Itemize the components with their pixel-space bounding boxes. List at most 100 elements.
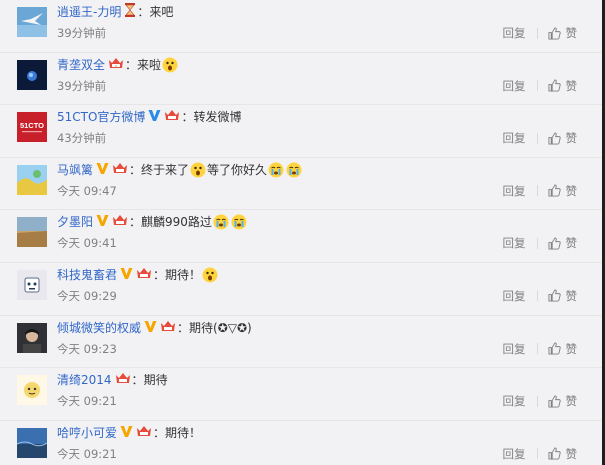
- avatar[interactable]: 51CTO: [17, 112, 47, 143]
- like-button[interactable]: 赞: [547, 288, 578, 304]
- timestamp: 今天 09:21: [57, 394, 117, 409]
- thumbs-up-icon: [547, 342, 561, 355]
- crying-face-icon: [213, 214, 229, 230]
- username[interactable]: 夕墨阳: [57, 214, 93, 230]
- crown-icon: [115, 371, 131, 389]
- timestamp: 今天 09:21: [57, 446, 117, 461]
- timestamp: 39分钟前: [57, 26, 107, 40]
- crying-face-icon: [286, 162, 302, 178]
- avatar[interactable]: [17, 427, 47, 458]
- comment-item: 哈哼小可爱 ： 期待！ 今天 09:21 回复 赞: [0, 421, 605, 465]
- divider: [536, 395, 538, 407]
- like-button[interactable]: 赞: [547, 446, 578, 462]
- thumbs-up-icon: [547, 184, 561, 197]
- comment-item: 清绮2014 ： 期待 今天 09:21 回复 赞: [0, 368, 605, 421]
- comment-text: 期待: [143, 373, 168, 388]
- verified-orange-icon: [144, 319, 157, 337]
- avatar[interactable]: [17, 7, 47, 37]
- crown-icon: [112, 213, 128, 231]
- username[interactable]: 51CTO官方微博: [57, 109, 145, 125]
- thumbs-up-icon: [547, 132, 561, 145]
- comment-text: 期待！: [165, 425, 202, 440]
- hourglass-icon: [124, 3, 136, 21]
- like-label: 赞: [565, 78, 578, 93]
- like-label: 赞: [565, 394, 578, 409]
- verified-orange-icon: [96, 213, 109, 231]
- avatar[interactable]: [17, 322, 47, 353]
- divider: [536, 132, 538, 144]
- like-label: 赞: [565, 446, 578, 461]
- divider: [536, 237, 538, 249]
- reply-button[interactable]: 回复: [503, 130, 526, 146]
- reply-button[interactable]: 回复: [503, 446, 526, 462]
- username[interactable]: 清绮2014: [57, 372, 112, 388]
- comment-text-continued: 等了你好久: [207, 162, 268, 177]
- reply-button[interactable]: 回复: [503, 393, 526, 409]
- username[interactable]: 逍遥王-力明: [57, 4, 121, 20]
- comment-text: 转发微博: [193, 110, 242, 125]
- comment-item: 夕墨阳 ： 麒麟990路过 今天 09:41 回复 赞: [0, 210, 605, 263]
- username[interactable]: 马飒篱: [57, 162, 93, 178]
- surprised-face-icon: [202, 267, 218, 283]
- like-label: 赞: [565, 183, 578, 198]
- like-button[interactable]: 赞: [547, 393, 578, 409]
- avatar[interactable]: [17, 269, 47, 300]
- thumbs-up-icon: [547, 289, 561, 303]
- like-button[interactable]: 赞: [547, 78, 578, 94]
- comment-text: 期待！: [165, 267, 202, 282]
- comment-text: 期待(✪▽✪): [189, 320, 252, 335]
- reply-button[interactable]: 回复: [503, 78, 526, 94]
- timestamp: 今天 09:47: [57, 183, 117, 198]
- avatar[interactable]: [17, 217, 47, 248]
- reply-button[interactable]: 回复: [503, 235, 526, 251]
- thumbs-up-icon: [547, 395, 561, 408]
- comment-item: 青垄双全 V ： 来啦 39分钟前 回复 赞: [0, 53, 605, 106]
- svg-text:51CTO: 51CTO: [20, 121, 44, 130]
- reply-button[interactable]: 回复: [503, 25, 526, 41]
- like-label: 赞: [565, 131, 578, 146]
- username[interactable]: 哈哼小可爱: [57, 425, 117, 441]
- thumbs-up-icon: [547, 26, 561, 40]
- like-label: 赞: [565, 26, 578, 40]
- like-label: 赞: [565, 288, 578, 303]
- username[interactable]: 科技鬼畜君: [57, 267, 117, 283]
- like-label: 赞: [565, 236, 578, 251]
- comment-text: 终于来了: [141, 162, 190, 177]
- comment-text: 麒麟990路过: [141, 215, 212, 230]
- timestamp: 今天 09:23: [57, 341, 117, 356]
- verified-orange-icon: [96, 161, 109, 179]
- comment-item: 51CTO 51CTO官方微博 ： 转发微博 43分钟前 回复 赞: [0, 105, 605, 158]
- like-button[interactable]: 赞: [547, 25, 578, 41]
- divider: [536, 343, 538, 355]
- divider: [536, 185, 538, 197]
- crown-icon: [136, 424, 152, 442]
- like-button[interactable]: 赞: [547, 341, 578, 357]
- verified-blue-icon: [148, 108, 161, 126]
- avatar[interactable]: [17, 59, 47, 90]
- divider: [536, 448, 538, 460]
- surprised-face-icon: [190, 162, 206, 178]
- crown-icon: [160, 319, 176, 337]
- crying-face-icon: [231, 214, 247, 230]
- comment-text: 来啦: [137, 57, 162, 72]
- crown-icon: [112, 161, 128, 179]
- reply-button[interactable]: 回复: [503, 288, 526, 304]
- comment-list: 逍遥王-力明 ： 来吧 39分钟前 回复 赞 青垄双全 V ： 来啦 39分钟前…: [0, 0, 605, 465]
- verified-orange-icon: [120, 266, 133, 284]
- crying-face-icon: [268, 162, 284, 178]
- reply-button[interactable]: 回复: [503, 341, 526, 357]
- like-label: 赞: [565, 341, 578, 356]
- crown-icon: [136, 266, 152, 284]
- verified-orange-icon: [120, 424, 133, 442]
- timestamp: 39分钟前: [57, 78, 107, 93]
- avatar[interactable]: [17, 375, 47, 406]
- username[interactable]: 青垄双全: [57, 57, 105, 73]
- reply-button[interactable]: 回复: [503, 183, 526, 199]
- like-button[interactable]: 赞: [547, 130, 578, 146]
- like-button[interactable]: 赞: [547, 183, 578, 199]
- username[interactable]: 倾城微笑的权威: [57, 320, 141, 336]
- like-button[interactable]: 赞: [547, 235, 578, 251]
- avatar[interactable]: [17, 164, 47, 195]
- comment-text: 来吧: [149, 5, 174, 19]
- thumbs-up-icon: [547, 79, 561, 92]
